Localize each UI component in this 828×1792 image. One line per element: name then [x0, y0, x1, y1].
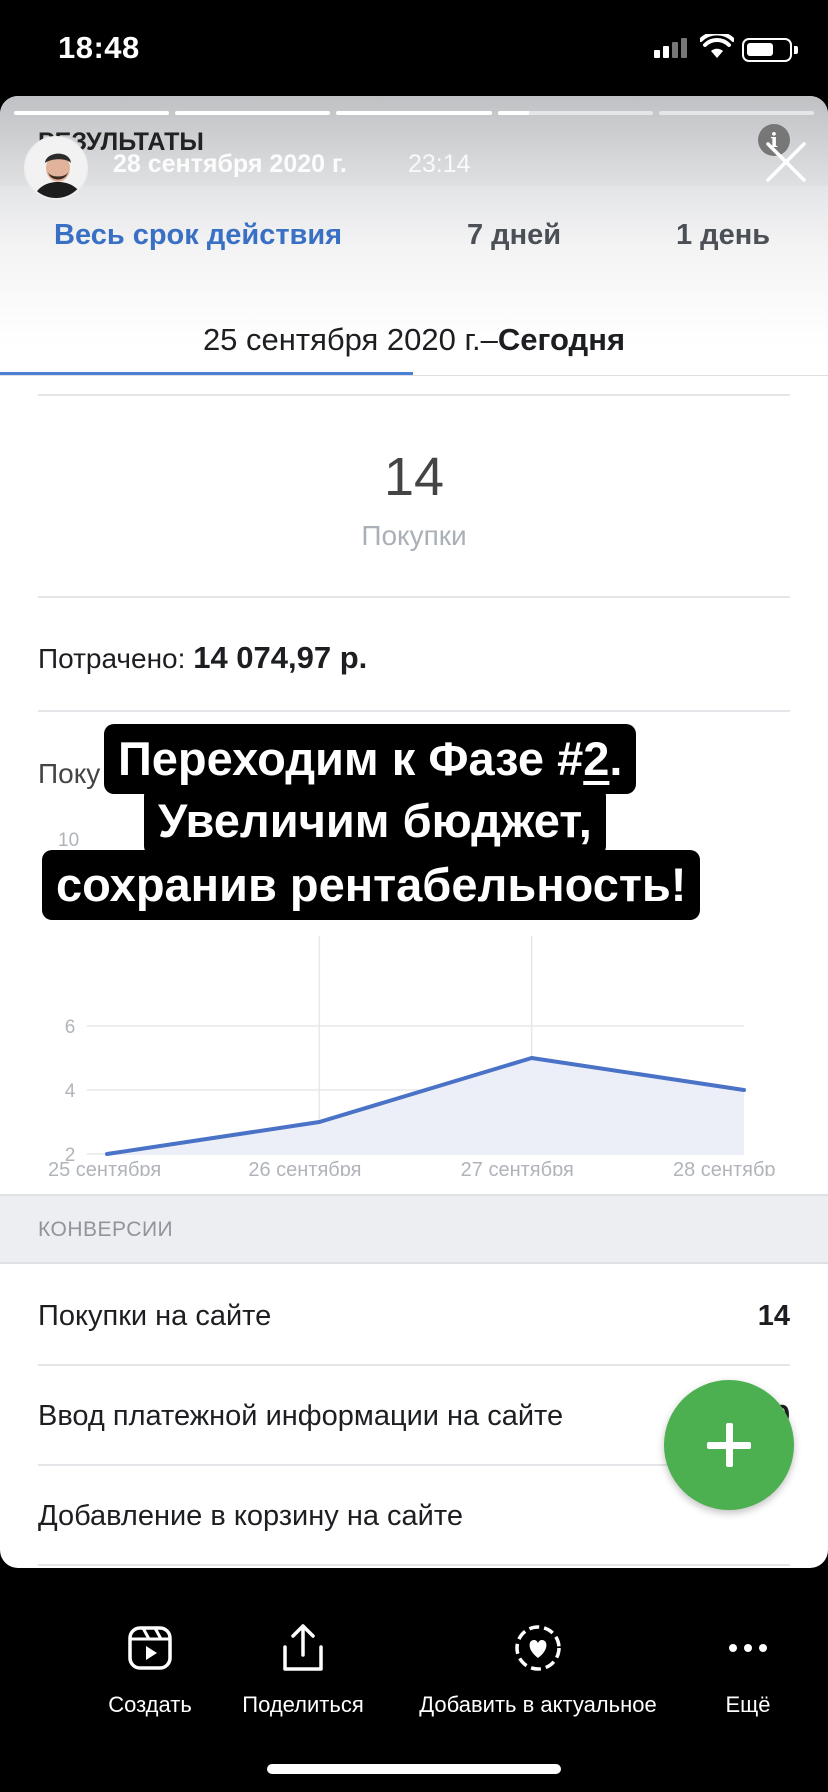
- close-icon[interactable]: [764, 140, 808, 184]
- date-range: 25 сентября 2020 г.–Сегодня: [0, 322, 828, 358]
- more-label: Ещё: [725, 1692, 771, 1717]
- purchases-count: 14: [383, 447, 445, 507]
- cellular-signal-icon: [654, 38, 687, 58]
- y-tick-label: 4: [65, 1081, 76, 1102]
- data-point: [529, 1056, 534, 1060]
- story-date: 28 сентября 2020 г.: [113, 150, 347, 178]
- share-icon: [283, 1624, 323, 1671]
- add-to-highlights-label: Добавить в актуальное: [419, 1692, 657, 1717]
- divider: [38, 1564, 790, 1566]
- story-progress-segment: [14, 111, 170, 115]
- spent-label: Потрачено:: [38, 643, 194, 674]
- divider: [38, 710, 790, 712]
- add-to-highlights-button[interactable]: Добавить в актуальное: [400, 1620, 676, 1718]
- overlay-line-1: Переходим к Фазе #2.: [104, 724, 637, 794]
- x-tick-label: 26 сентября: [248, 1159, 361, 1176]
- spent-row: Потрачено: 14 074,97 р.: [38, 640, 367, 676]
- create-button[interactable]: Создать: [92, 1620, 208, 1718]
- data-point: [105, 1152, 109, 1156]
- story-time: 23:14: [408, 150, 471, 178]
- tab-1-day[interactable]: 1 день: [676, 219, 770, 252]
- avatar[interactable]: [24, 136, 88, 200]
- tabs-divider: [0, 375, 828, 376]
- story-progress: [14, 111, 815, 115]
- more-icon: [729, 1644, 767, 1652]
- highlight-heart-icon: [515, 1625, 561, 1671]
- conversions-header-label: КОНВЕРСИИ: [38, 1218, 174, 1241]
- story-actions-bar: Создать Поделиться Добавить в актуальное…: [0, 1568, 828, 1792]
- conversion-row-label: Ввод платежной информации на сайте: [38, 1400, 564, 1432]
- battery-icon: [742, 38, 798, 62]
- story-card[interactable]: Весь срок действия 7 дней 1 день РЕЗУЛЬТ…: [0, 96, 828, 1568]
- story-progress-segment: [658, 111, 815, 115]
- data-point: [742, 1088, 746, 1092]
- wifi-icon: [700, 34, 734, 58]
- overlay-line-3: сохранив рентабельность!: [42, 850, 701, 920]
- overlay-line-2: Увеличим бюджет,: [144, 786, 606, 856]
- conversions-header: КОНВЕРСИИ: [0, 1194, 828, 1264]
- data-point: [317, 1120, 322, 1124]
- x-tick-label: 28 сентябр: [673, 1159, 776, 1176]
- tab-7-days[interactable]: 7 дней: [467, 219, 561, 252]
- x-tick-label: 25 сентября: [48, 1159, 161, 1176]
- story-progress-segment: [175, 111, 331, 115]
- purchases-label: Покупки: [361, 520, 467, 551]
- conversion-row-label: Добавление в корзину на сайте: [38, 1500, 463, 1532]
- date-range-end: Сегодня: [497, 322, 626, 357]
- tab-lifetime[interactable]: Весь срок действия: [54, 219, 342, 252]
- story-text-overlay[interactable]: Переходим к Фазе #2. Увеличим бюджет, со…: [0, 724, 828, 1044]
- share-label: Поделиться: [242, 1692, 364, 1717]
- date-range-start: 25 сентября 2020 г.–: [202, 322, 498, 357]
- status-time: 18:48: [58, 30, 140, 65]
- more-button[interactable]: Ещё: [706, 1620, 790, 1718]
- conversion-row-value: 14: [757, 1300, 790, 1332]
- divider: [38, 596, 790, 598]
- x-tick-label: 27 сентября: [461, 1159, 574, 1176]
- story-progress-segment: [336, 111, 492, 115]
- story-progress-segment: [497, 111, 653, 115]
- divider: [38, 394, 790, 396]
- add-button[interactable]: [664, 1380, 794, 1510]
- home-indicator: [267, 1764, 561, 1774]
- divider: [38, 1364, 790, 1366]
- spent-value: 14 074,97 р.: [193, 640, 368, 675]
- status-bar: 18:48: [0, 0, 828, 96]
- share-button[interactable]: Поделиться: [226, 1620, 380, 1718]
- conversion-row-label: Покупки на сайте: [38, 1300, 272, 1332]
- create-label: Создать: [108, 1692, 192, 1717]
- reels-create-icon: [128, 1626, 172, 1670]
